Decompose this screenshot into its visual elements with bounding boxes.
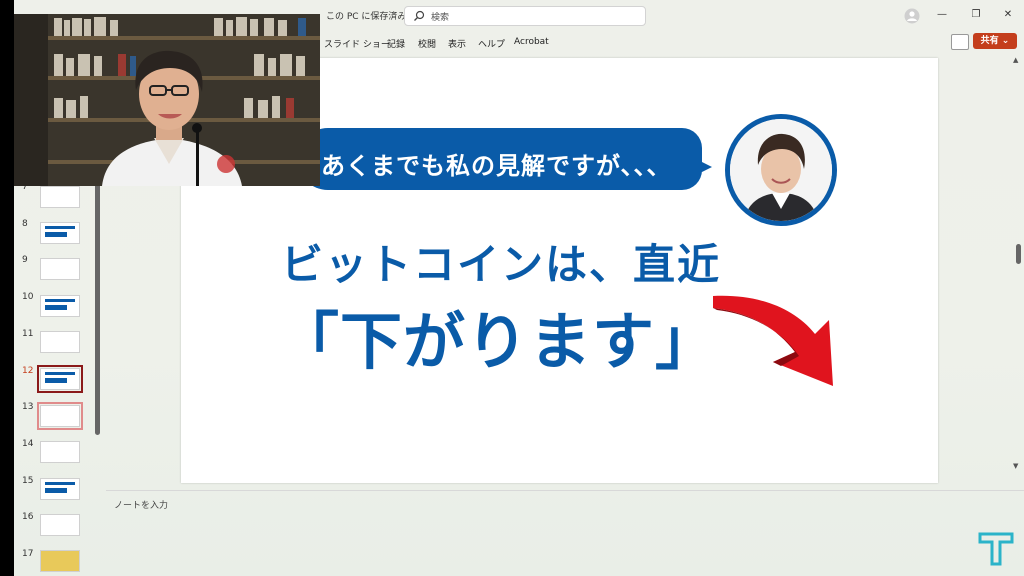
restore-button[interactable]: ❐ — [966, 6, 986, 24]
tab-record[interactable]: 記録 — [387, 37, 405, 50]
thumbnail-number: 13 — [22, 402, 34, 412]
share-button[interactable]: 共有 ⌄ — [973, 33, 1017, 49]
down-arrow-icon — [713, 295, 833, 386]
thumbnail-number: 10 — [22, 292, 34, 302]
bubble-text: あくまでも私の見解ですが、、、 — [321, 152, 672, 180]
headline-line2: 「下がります」 — [277, 305, 719, 378]
profile-icon[interactable] — [904, 8, 920, 24]
slide-thumbnail-12[interactable] — [37, 365, 83, 393]
presenter-portrait — [725, 114, 837, 226]
search-icon — [414, 10, 425, 21]
close-button[interactable]: ✕ — [998, 6, 1018, 24]
save-status[interactable]: この PC に保存済み⌄ — [326, 9, 415, 22]
search-placeholder: 検索 — [431, 13, 450, 23]
thumbnail-number: 9 — [22, 255, 28, 265]
thumbnail-number: 15 — [22, 476, 34, 486]
speech-bubble-tail — [686, 154, 712, 180]
thumbnail-number: 14 — [22, 439, 34, 449]
thumbnail-number: 11 — [22, 329, 34, 339]
scroll-up-icon[interactable]: ▲ — [1013, 56, 1018, 64]
webcam-overlay — [14, 14, 320, 186]
notes-divider — [106, 490, 1024, 491]
webcam-video — [14, 14, 320, 186]
scroll-down-icon[interactable]: ▼ — [1013, 462, 1018, 470]
notes-input[interactable]: ノートを入力 — [114, 498, 168, 511]
slide-thumbnail-10[interactable] — [40, 295, 80, 317]
slide-thumbnail-17[interactable] — [40, 550, 80, 572]
slide-thumbnail-9[interactable] — [40, 258, 80, 280]
tab-slideshow[interactable]: スライド ショー — [324, 37, 390, 50]
headline-line1: ビットコインは、直近 — [281, 240, 722, 289]
thumbnail-number: 16 — [22, 512, 34, 522]
thumbnail-number-active: 12 — [22, 366, 34, 376]
slide-thumbnail-15[interactable] — [40, 478, 80, 500]
tab-review[interactable]: 校閲 — [418, 37, 436, 50]
minimize-button[interactable]: — — [932, 6, 952, 24]
slide-thumbnail-16[interactable] — [40, 514, 80, 536]
thumbnail-number: 17 — [22, 549, 34, 559]
comment-button[interactable] — [951, 34, 969, 50]
slide-thumbnail-13[interactable] — [37, 402, 83, 430]
slide-thumbnail-14[interactable] — [40, 441, 80, 463]
slide-thumbnail-7[interactable] — [40, 186, 80, 208]
tab-acrobat[interactable]: Acrobat — [514, 37, 549, 47]
channel-logo-icon — [978, 532, 1014, 566]
slide-thumbnail-11[interactable] — [40, 331, 80, 353]
tab-help[interactable]: ヘルプ — [478, 37, 505, 50]
slide-scrollbar[interactable] — [1016, 244, 1021, 264]
save-status-label: この PC に保存済み — [326, 12, 407, 22]
share-label: 共有 — [980, 36, 999, 46]
thumbnail-number: 8 — [22, 219, 28, 229]
thumbnail-scrollbar[interactable] — [95, 160, 100, 435]
slide-thumbnail-8[interactable] — [40, 222, 80, 244]
search-input[interactable]: 検索 — [404, 6, 646, 26]
portrait-image — [730, 119, 832, 221]
tab-view[interactable]: 表示 — [448, 37, 466, 50]
